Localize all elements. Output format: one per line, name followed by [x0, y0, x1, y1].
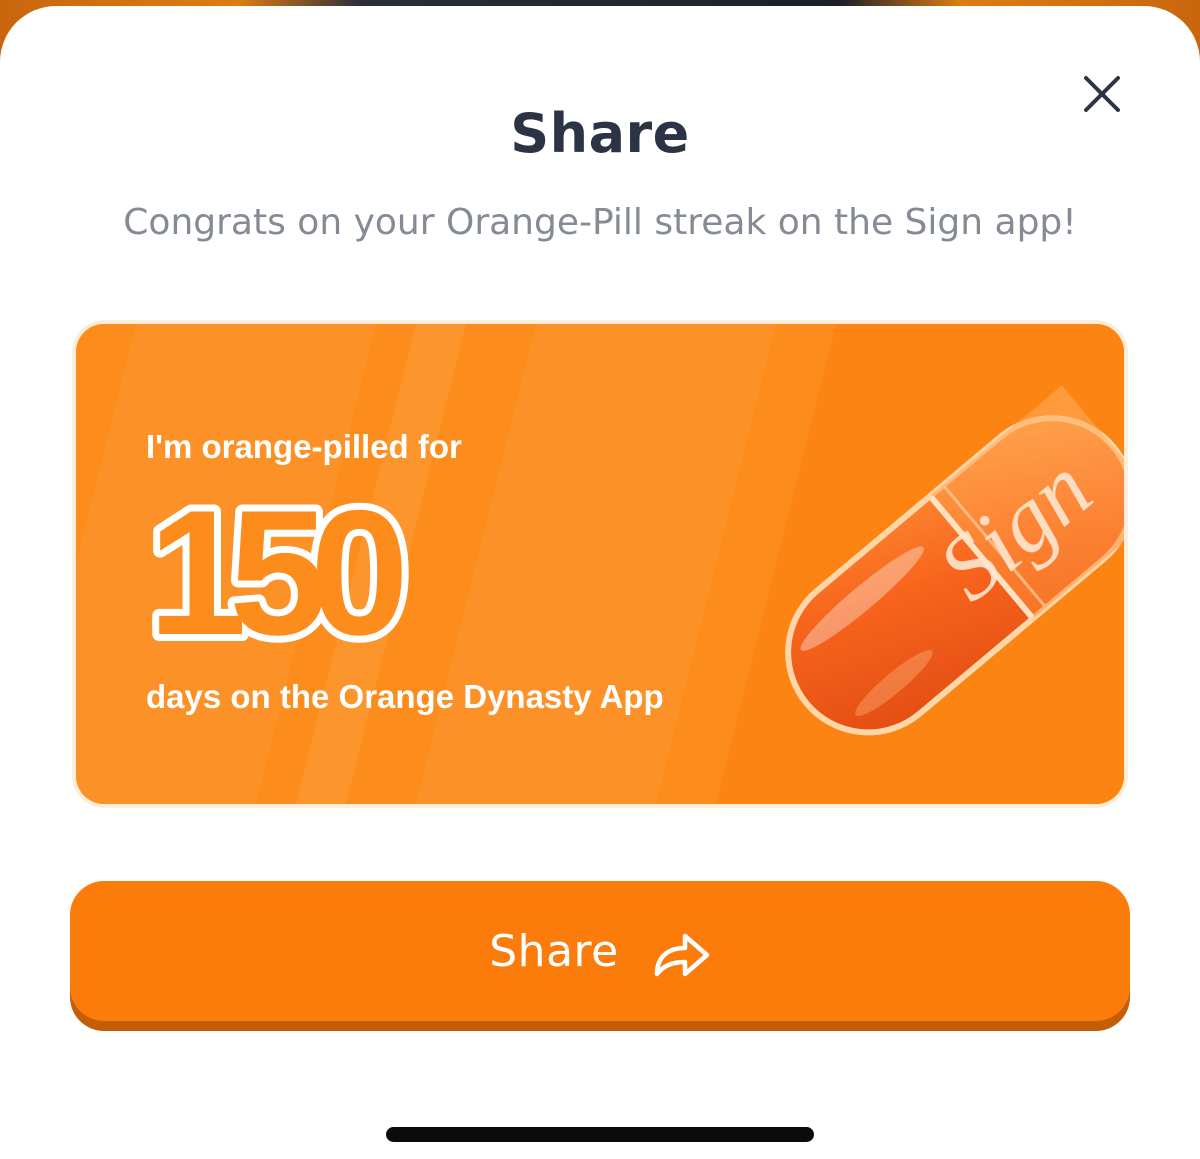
modal-subtitle: Congrats on your Orange-Pill streak on t… [123, 202, 1077, 243]
card-subline: days on the Orange Dynasty App [146, 678, 664, 715]
share-button-face: Share [70, 881, 1130, 1021]
home-indicator [386, 1127, 814, 1142]
card-headline: I'm orange-pilled for [146, 428, 462, 465]
share-modal: Share Congrats on your Orange-Pill strea… [0, 6, 1200, 1159]
share-button[interactable]: Share [70, 881, 1130, 1031]
modal-title: Share [510, 102, 690, 165]
svg-text:150: 150 [148, 474, 402, 664]
share-button-label: Share [489, 925, 619, 977]
streak-days-number: 150 [141, 466, 502, 679]
orange-pill-image: Sign [785, 385, 1124, 736]
share-arrow-icon [654, 933, 709, 977]
streak-card: I'm orange-pilled for 150 days on the Or… [76, 324, 1124, 804]
